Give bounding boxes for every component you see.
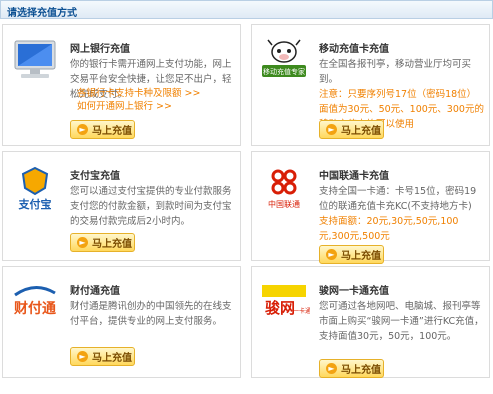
option-description: 您可通过各地网吧、电脑城、报刊亭等市面上购买“骏网一卡通”进行KC充值，支持面值… [319, 301, 484, 342]
payment-option-mobile-card: 移动充值专家 移动充值卡充值 在全国各报刊亭，移动营业厅均可买到。 注意：只要序… [251, 24, 490, 146]
junnet-logo-subtext: 一卡通 [293, 307, 310, 315]
option-title: 支付宝充值 [70, 171, 120, 182]
recharge-now-button[interactable]: ► 马上充值 [70, 120, 135, 139]
payment-option-online-bank: 网上银行充值 你的银行卡需开通网上支付功能，网上交易平台安全快捷，让您足不出户，… [2, 24, 241, 146]
alipay-logo-icon: 支付宝 [18, 166, 52, 211]
option-description-text: 在全国各报刊亭，移动营业厅均可买到。 [319, 59, 472, 85]
recharge-now-button[interactable]: ► 马上充值 [319, 120, 384, 139]
recharge-button-label: 马上充值 [341, 251, 381, 262]
arrow-right-icon: ► [77, 351, 88, 362]
supported-cards-link[interactable]: 各银行卡支持卡种及限额 >> [77, 87, 200, 100]
option-description-text: 支持全国一卡通：卡号15位，密码19位的联通充值卡充KC(不支持地方卡) [319, 186, 477, 212]
arrow-right-icon: ► [326, 363, 337, 374]
option-description: 您可以通过支付宝提供的专业付款服务支付您的付款金额，到款时间为支付宝的交易付款完… [70, 186, 232, 227]
payment-option-tenpay: 财付通 财付通充值 财付通是腾讯创办的中国领先的在线支付平台，提供专业的网上支付… [2, 266, 241, 378]
option-note: 支持面额：20元,30元,50元,100元,300元,500元 [319, 216, 459, 242]
option-title: 移动充值卡充值 [319, 44, 389, 55]
recharge-now-button[interactable]: ► 马上充值 [70, 347, 135, 366]
china-unicom-logo-icon: 中国联通 [268, 169, 300, 209]
recharge-now-button[interactable]: ► 马上充值 [70, 233, 135, 252]
payment-option-junnet: 骏网 一卡通 骏网一卡通充值 您可通过各地网吧、电脑城、报刊亭等市面上购买“骏网… [251, 266, 490, 378]
mobile-logo-text: 移动充值专家 [263, 67, 305, 76]
section-header: 请选择充值方式 [0, 0, 493, 19]
recharge-button-label: 马上充值 [341, 365, 381, 376]
tenpay-logo-text: 财付通 [13, 300, 56, 317]
recharge-button-label: 马上充值 [92, 239, 132, 250]
how-to-open-bank-link[interactable]: 如何开通网上银行 >> [77, 100, 200, 113]
recharge-now-button[interactable]: ► 马上充值 [319, 359, 384, 378]
recharge-button-label: 马上充值 [341, 126, 381, 137]
tenpay-logo-icon: 财付通 [13, 286, 56, 317]
arrow-right-icon: ► [77, 124, 88, 135]
alipay-logo-text: 支付宝 [18, 197, 52, 211]
arrow-right-icon: ► [77, 237, 88, 248]
recharge-now-button[interactable]: ► 马上充值 [319, 245, 384, 264]
arrow-right-icon: ► [326, 249, 337, 260]
unicom-logo-text: 中国联通 [268, 199, 300, 209]
junnet-logo-text: 骏网 [265, 299, 295, 317]
payment-option-china-unicom: 中国联通 中国联通卡充值 支持全国一卡通：卡号15位，密码19位的联通充值卡充K… [251, 151, 490, 264]
option-title: 财付通充值 [70, 286, 120, 297]
option-description: 财付通是腾讯创办的中国领先的在线支付平台，提供专业的网上支付服务。 [70, 301, 232, 327]
recharge-button-label: 马上充值 [92, 126, 132, 137]
computer-icon [14, 40, 56, 78]
option-title: 网上银行充值 [70, 44, 130, 55]
payment-option-alipay: 支付宝 支付宝充值 您可以通过支付宝提供的专业付款服务支付您的付款金额，到款时间… [2, 151, 241, 261]
option-description: 支持全国一卡通：卡号15位，密码19位的联通充值卡充KC(不支持地方卡) 支持面… [319, 184, 485, 244]
arrow-right-icon: ► [326, 124, 337, 135]
cow-mascot-icon: 移动充值专家 [262, 39, 306, 77]
option-title: 骏网一卡通充值 [319, 286, 389, 297]
option-title: 中国联通卡充值 [319, 171, 389, 182]
junnet-logo-icon: 骏网 一卡通 [262, 285, 310, 317]
section-title: 请选择充值方式 [7, 8, 77, 19]
recharge-button-label: 马上充值 [92, 353, 132, 364]
